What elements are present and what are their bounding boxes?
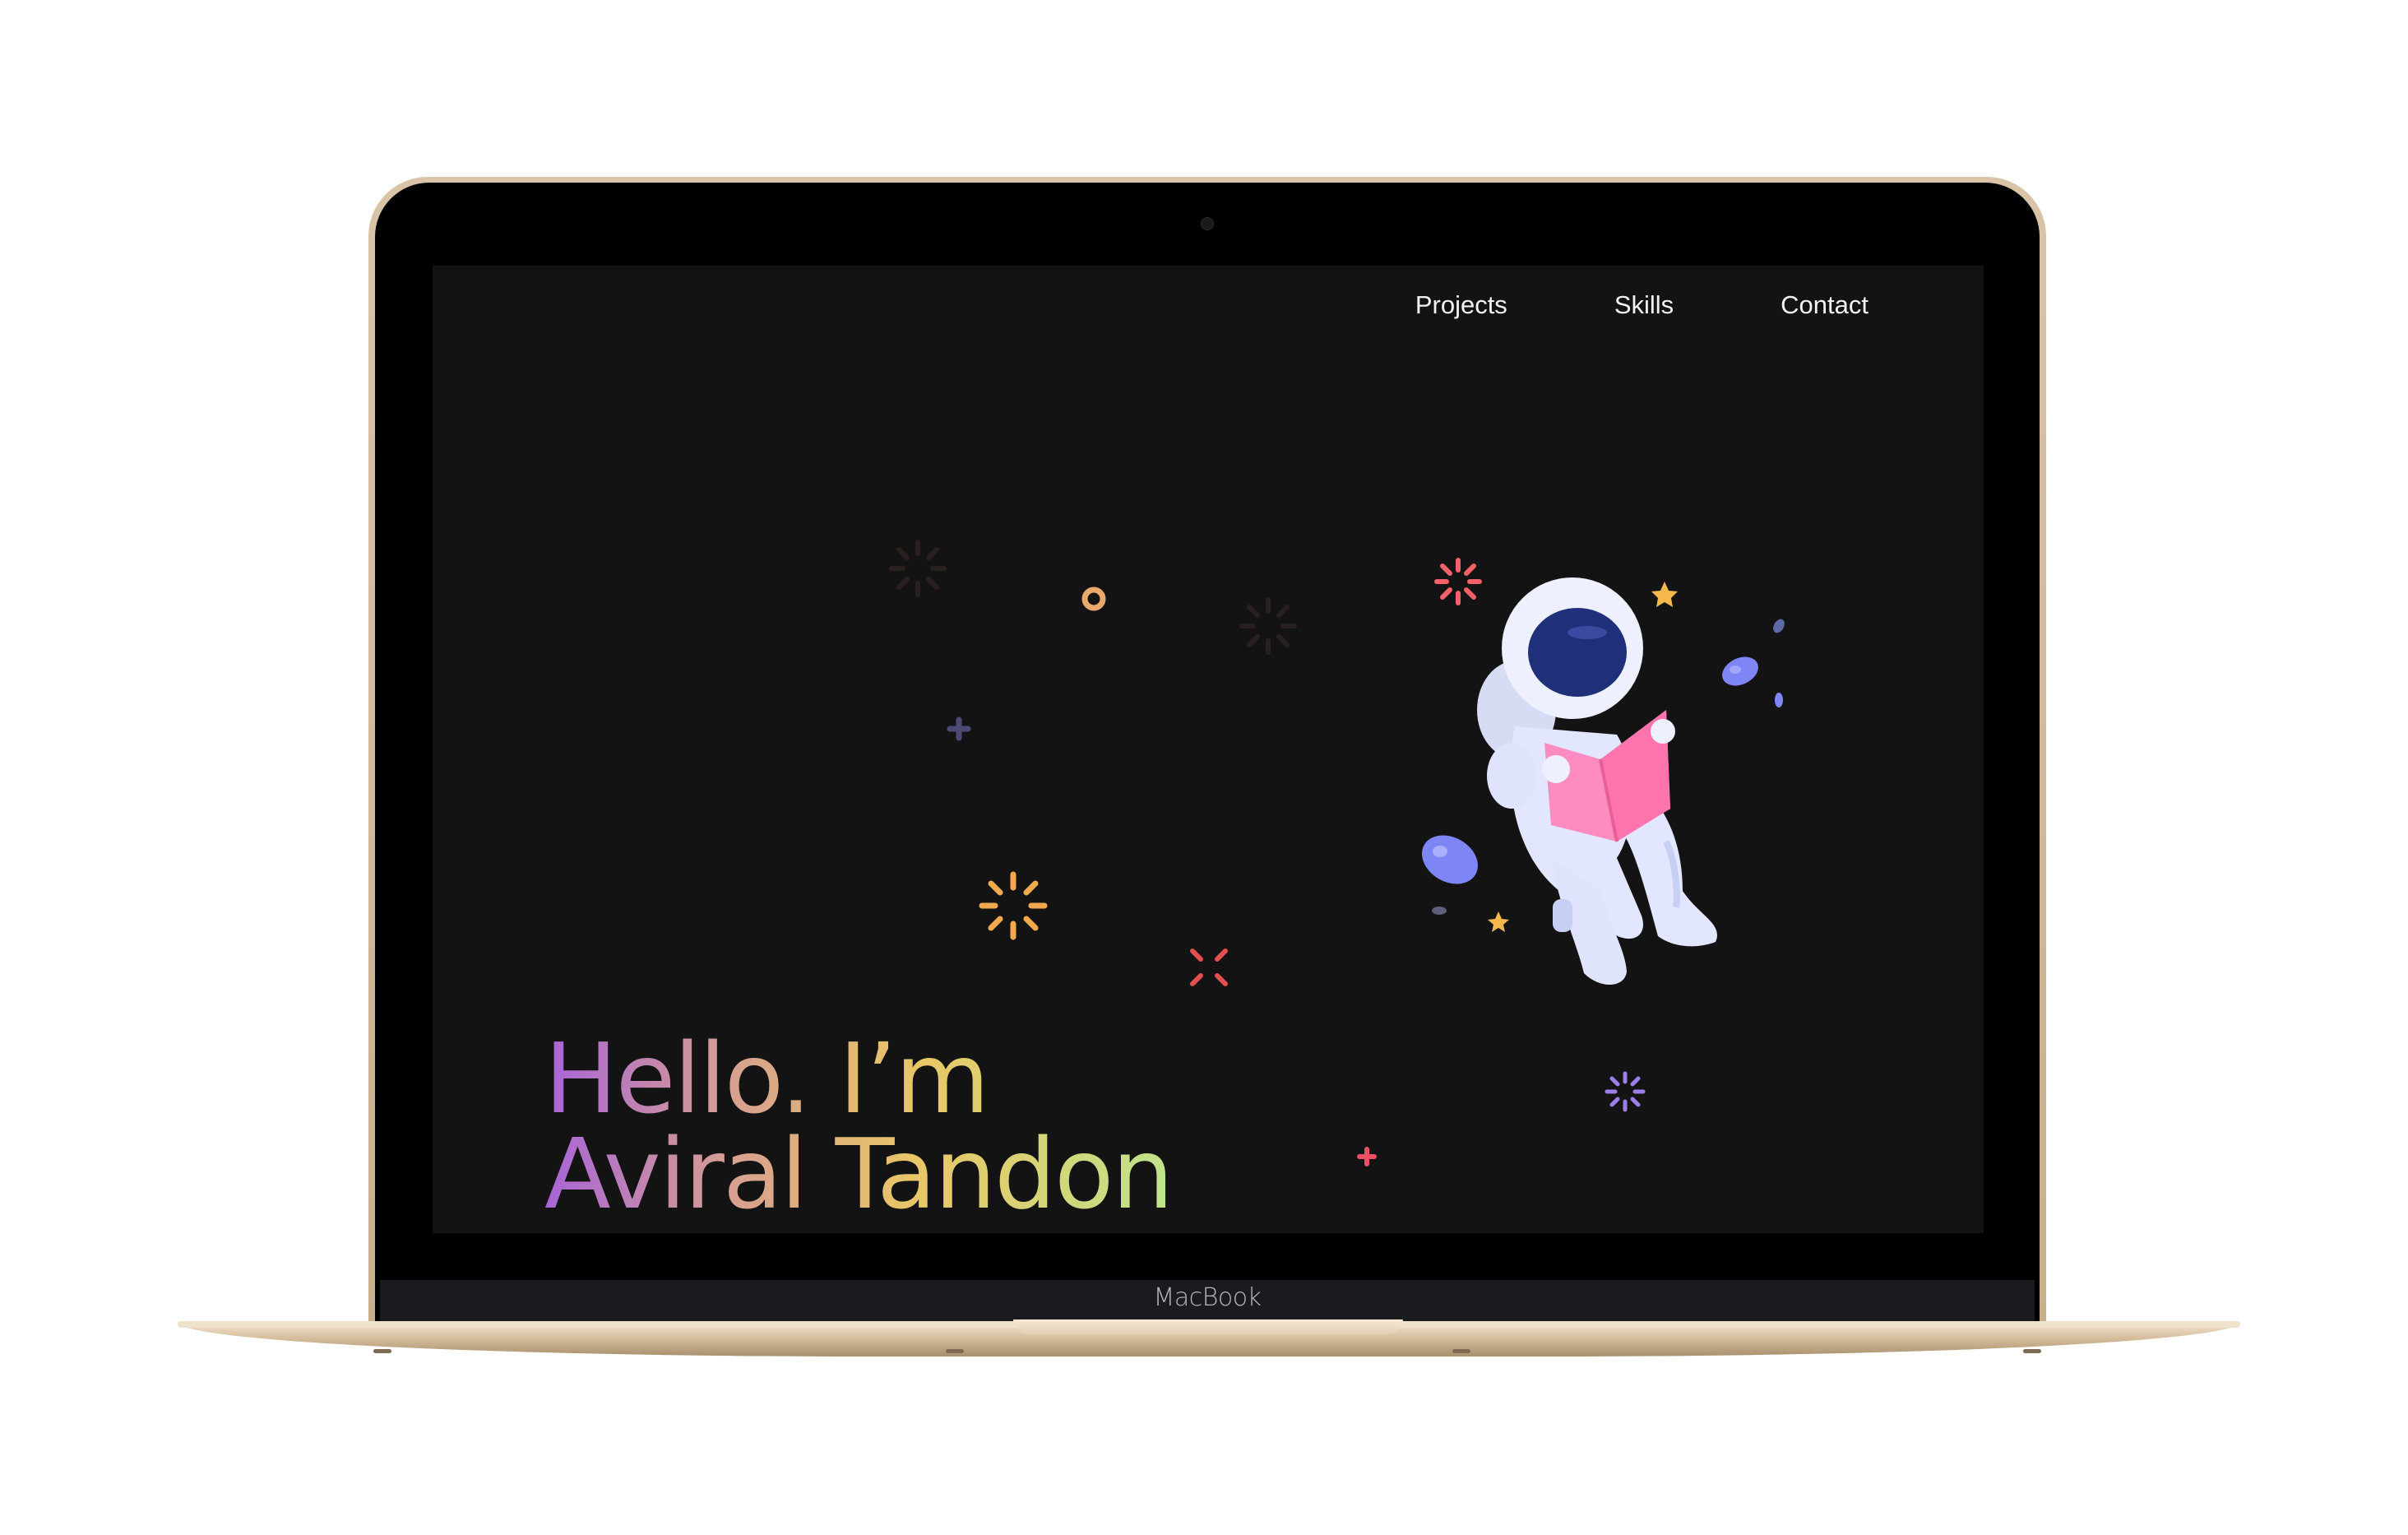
nav-link-skills[interactable]: Skills [1614,290,1674,320]
page: Projects Skills Contact Hello. I’m Avira… [0,0,2408,1535]
camera-icon [1201,217,1214,230]
sparkle-icon [979,871,1048,940]
laptop-hinge-notch [1013,1319,1403,1334]
star-icon [1488,911,1509,932]
sparkle-icon [1434,558,1482,605]
hero-line-1: Hello. I’m [544,1022,989,1135]
screen: Projects Skills Contact Hello. I’m Avira… [433,266,1984,1233]
asteroid-icon [1422,835,1478,884]
hero-line-2: Aviral Tandon [544,1117,1173,1231]
plus-icon [947,716,971,741]
asteroid-icon [1775,693,1783,707]
asteroid-icon [1773,619,1785,633]
laptop-foot [2023,1349,2041,1353]
sparkle-icon [889,540,947,597]
device-brand-label: MacBook [1153,1283,1262,1312]
star-icon [1651,582,1678,607]
asteroid-highlight [1730,665,1741,674]
hero-heading: Hello. I’m Aviral Tandon [544,1031,1172,1222]
nav-link-contact[interactable]: Contact [1781,290,1869,320]
sparkle-icon [1190,948,1228,986]
laptop-foot [373,1349,391,1353]
asteroid-highlight [1433,846,1447,857]
astronaut-reading-book-icon [1477,577,1717,985]
asteroid-icon [1432,907,1447,915]
ring-icon [1081,587,1106,611]
sparkle-icon [1605,1071,1646,1112]
main-nav: Projects Skills Contact [1308,290,1869,320]
nav-link-projects[interactable]: Projects [1415,290,1507,320]
laptop-foot [1452,1349,1470,1353]
plus-icon [1357,1147,1377,1166]
sparkle-icon [1239,597,1297,655]
laptop-foot [946,1349,964,1353]
